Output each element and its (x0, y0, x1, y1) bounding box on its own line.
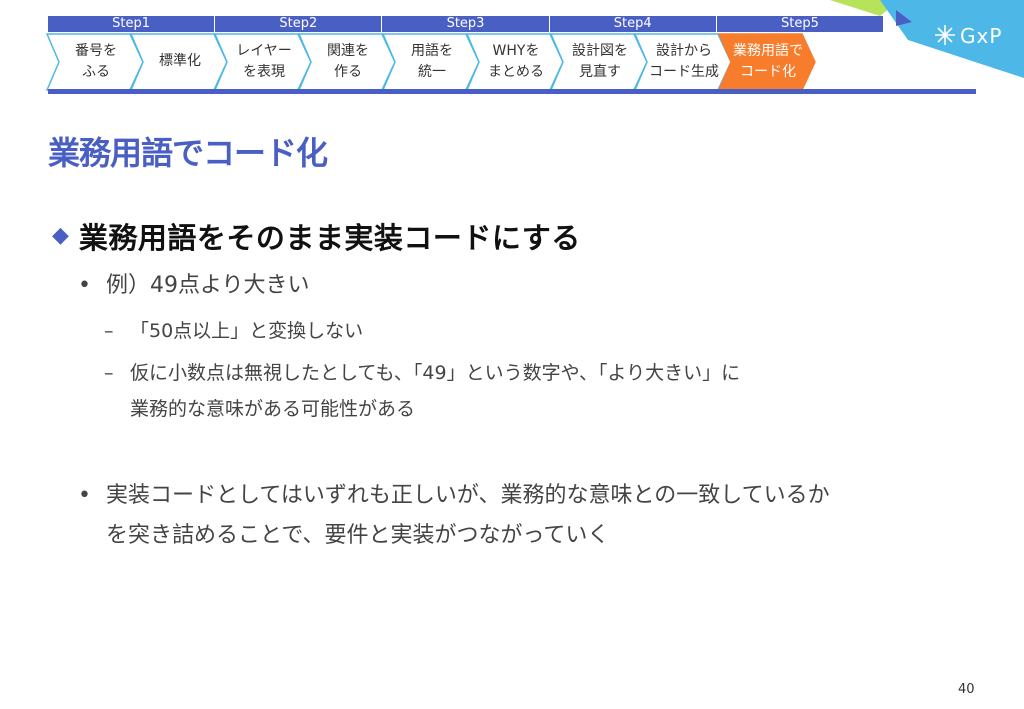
process-step-line: レイヤー (236, 43, 292, 59)
step-bar: Step1 Step2 Step3 Step4 Step5 (48, 16, 884, 32)
process-step-line: ふる (82, 64, 110, 80)
process-step-line: 業務用語で (733, 43, 803, 59)
process-step-line: 用語を (411, 43, 453, 59)
sub-item: – 仮に小数点は無視したとしても、「49」という数字や、「より大きい」に (104, 354, 740, 392)
process-step-line: 設計図を (572, 43, 628, 59)
process-step-unify-terms: 用語を 統一 (381, 33, 480, 91)
header-divider (48, 89, 976, 94)
process-step-line: コード化 (740, 64, 796, 80)
main-heading: ◆ 業務用語をそのまま実装コードにする (52, 215, 581, 257)
process-step-line: 統一 (418, 64, 446, 80)
diamond-bullet-icon: ◆ (52, 223, 69, 248)
process-step-line: 標準化 (159, 53, 201, 69)
process-step-codegen: 設計から コード生成 (633, 33, 732, 91)
step-label: Step4 (549, 16, 717, 32)
step-label: Step2 (215, 16, 383, 32)
process-step-why: WHYをまとめる (465, 33, 564, 91)
process-step-numbering: 番号を ふる (45, 33, 144, 91)
bullet-dot-icon: • (78, 483, 91, 508)
slide-title: 業務用語でコード化 (48, 134, 328, 172)
process-step-line: 見直す (579, 64, 621, 80)
process-step-line: 作る (334, 64, 362, 80)
gxp-logo-icon (935, 25, 955, 45)
process-step-line: を表現 (243, 64, 285, 80)
process-step-business-code-active: 業務用語で コード化 (717, 33, 816, 91)
step-label: Step1 (48, 16, 216, 32)
sub-text-continued: 業務的な意味がある可能性がある (130, 398, 416, 420)
process-step-review-design: 設計図を 見直す (549, 33, 648, 91)
bullet-text: 実装コードとしてはいずれも正しいが、業務的な意味との一致しているか (106, 483, 830, 508)
bullet-item: • 例）49点より大きい (78, 266, 310, 306)
dash-bullet-icon: – (104, 320, 114, 342)
process-step-line: コード生成 (649, 64, 719, 80)
process-step-line: 関連を (327, 43, 369, 59)
step-label: Step3 (382, 16, 550, 32)
process-step-relation: 関連を 作る (297, 33, 396, 91)
logo-text: GxP (960, 24, 1003, 48)
bullet-item: • 実装コードとしてはいずれも正しいが、業務的な意味との一致しているか (78, 476, 830, 516)
process-step-layer: レイヤー を表現 (213, 33, 312, 91)
process-step-line: 番号を (75, 43, 117, 59)
sub-text: 「50点以上」と変換しない (130, 320, 364, 342)
process-step-line: WHYを (492, 43, 540, 59)
slide: GxP Step1 Step2 Step3 Step4 Step5 番号をふる … (0, 0, 1024, 709)
step-label: Step5 (716, 16, 884, 32)
bullet-text-continued: を突き詰めることで、要件と実装がつながっていく (106, 523, 610, 548)
process-step-line: 設計から (656, 43, 712, 59)
process-step-line: まとめる (488, 64, 544, 80)
heading-text: 業務用語をそのまま実装コードにする (78, 221, 581, 255)
sub-item: – 「50点以上」と変換しない (104, 312, 363, 350)
bullet-text: 例）49点より大きい (106, 273, 310, 298)
process-step-standardize: 標準化 (129, 33, 228, 91)
bullet-dot-icon: • (78, 273, 91, 298)
sub-text: 仮に小数点は無視したとしても、「49」という数字や、「より大きい」に (130, 362, 741, 384)
process-flow: 番号をふる 標準化 レイヤーを表現 関連を作る 用語を統一 WHYをまとめる 設… (45, 33, 827, 91)
dash-bullet-icon: – (104, 362, 114, 384)
page-number: 40 (958, 682, 975, 697)
